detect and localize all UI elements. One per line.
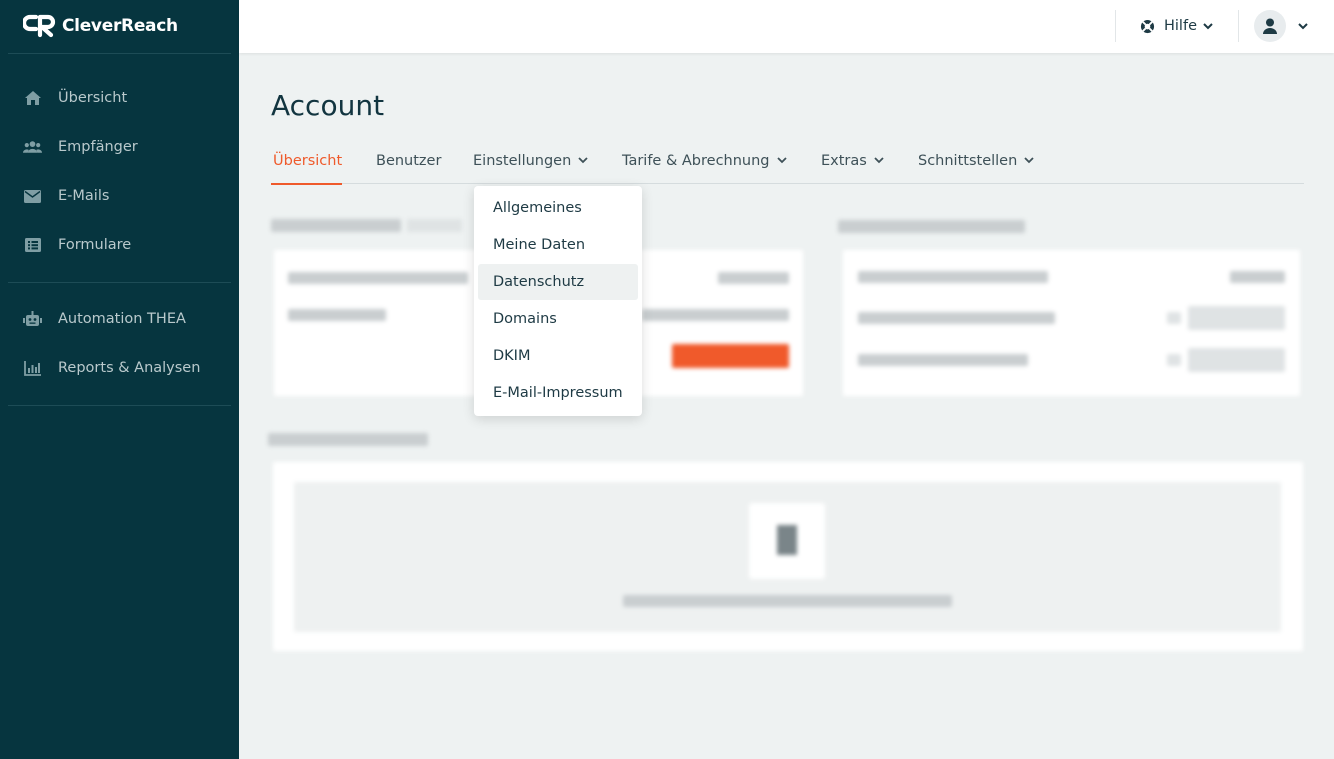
text-placeholder [858, 271, 1048, 283]
menu-item-label: Domains [493, 311, 557, 327]
users-icon [23, 138, 42, 157]
sidebar-item-label: Empfänger [58, 139, 138, 155]
tab-tarife-abrechnung[interactable]: Tarife & Abrechnung [622, 150, 787, 184]
value-placeholder [1188, 348, 1285, 372]
chevron-down-icon [578, 157, 588, 164]
envelope-icon [23, 187, 42, 206]
stats-card [843, 250, 1300, 396]
avatar [1254, 10, 1286, 42]
tab-label: Schnittstellen [918, 153, 1018, 169]
empty-state-card [273, 462, 1303, 651]
sidebar-divider [8, 53, 231, 54]
sidebar-divider [8, 405, 231, 406]
tab-label: Einstellungen [473, 153, 572, 169]
sidebar: CleverReach Übersicht Empfänger E-Mails … [0, 0, 239, 759]
menu-item-allgemeines[interactable]: Allgemeines [478, 190, 638, 226]
sidebar-item-label: Formulare [58, 237, 132, 253]
sidebar-item-formulare[interactable]: Formulare [0, 225, 239, 265]
brand-name: CleverReach [62, 16, 178, 36]
brand-logo[interactable]: CleverReach [23, 14, 178, 38]
menu-item-meine-daten[interactable]: Meine Daten [478, 227, 638, 263]
tab-schnittstellen[interactable]: Schnittstellen [918, 150, 1034, 184]
sidebar-item-automation-thea[interactable]: Automation THEA [0, 299, 239, 339]
chevron-down-icon [1024, 157, 1034, 164]
empty-state-icon-box [749, 503, 825, 579]
text-placeholder [858, 354, 1028, 366]
help-label: Hilfe [1164, 18, 1197, 34]
einstellungen-dropdown-menu: Allgemeines Meine Daten Datenschutz Doma… [474, 186, 642, 416]
tab-benutzer[interactable]: Benutzer [376, 150, 441, 184]
account-tabs: Übersicht Benutzer Einstellungen Tarife … [271, 150, 1304, 185]
menu-item-label: Allgemeines [493, 200, 582, 216]
user-menu-button[interactable] [1254, 10, 1308, 42]
sidebar-item-label: Übersicht [58, 90, 128, 106]
action-button-placeholder [672, 344, 789, 368]
sidebar-item-label: Reports & Analysen [58, 360, 201, 376]
form-list-icon [23, 236, 42, 255]
text-placeholder [288, 272, 468, 284]
sidebar-item-label: Automation THEA [58, 311, 186, 327]
text-placeholder [858, 312, 1055, 324]
text-placeholder [1230, 271, 1285, 283]
page-title: Account [271, 89, 385, 122]
menu-item-datenschutz[interactable]: Datenschutz [478, 264, 638, 300]
menu-item-dkim[interactable]: DKIM [478, 338, 638, 374]
lifebuoy-icon [1140, 19, 1155, 33]
menu-item-domains[interactable]: Domains [478, 301, 638, 337]
menu-item-label: Datenschutz [493, 274, 585, 290]
tab-label: Extras [821, 153, 867, 169]
home-icon [23, 89, 42, 108]
icon-placeholder [1167, 354, 1181, 366]
cleverreach-logo-icon [23, 14, 56, 38]
menu-item-e-mail-impressum[interactable]: E-Mail-Impressum [478, 375, 638, 411]
robot-icon [23, 310, 42, 329]
sidebar-item-empfaenger[interactable]: Empfänger [0, 127, 239, 167]
icon-placeholder [1167, 312, 1181, 324]
badge-placeholder [407, 219, 462, 232]
tab-einstellungen[interactable]: Einstellungen [473, 150, 588, 184]
header-divider [1238, 10, 1239, 42]
top-bar: Hilfe [239, 0, 1334, 53]
text-placeholder [623, 595, 952, 607]
text-placeholder [288, 309, 386, 321]
chevron-down-icon [1203, 22, 1213, 29]
help-menu-button[interactable]: Hilfe [1140, 15, 1213, 37]
tab-extras[interactable]: Extras [821, 150, 884, 184]
tab-label: Übersicht [273, 153, 343, 169]
value-placeholder [1188, 306, 1285, 330]
text-placeholder [718, 272, 789, 284]
section-heading-placeholder [268, 433, 428, 446]
menu-item-label: DKIM [493, 348, 531, 364]
header-divider [1115, 10, 1116, 42]
section-heading-placeholder [838, 220, 1025, 233]
chevron-down-icon [874, 157, 884, 164]
document-icon [777, 525, 797, 555]
chevron-down-icon [776, 157, 787, 164]
bar-chart-icon [23, 359, 42, 378]
sidebar-item-label: E-Mails [58, 188, 110, 204]
empty-state-area [294, 482, 1281, 632]
section-heading-placeholder [271, 219, 401, 232]
sidebar-item-e-mails[interactable]: E-Mails [0, 176, 239, 216]
user-icon [1263, 18, 1277, 34]
tab-label: Benutzer [376, 153, 442, 169]
chevron-down-icon [1298, 22, 1308, 29]
tab-label: Tarife & Abrechnung [622, 153, 770, 169]
sidebar-item-uebersicht[interactable]: Übersicht [0, 78, 239, 118]
sidebar-item-reports-analysen[interactable]: Reports & Analysen [0, 348, 239, 388]
text-placeholder [642, 309, 789, 321]
menu-item-label: E-Mail-Impressum [493, 385, 623, 401]
tab-uebersicht[interactable]: Übersicht [271, 150, 343, 185]
menu-item-label: Meine Daten [493, 237, 586, 253]
sidebar-divider [8, 282, 231, 283]
